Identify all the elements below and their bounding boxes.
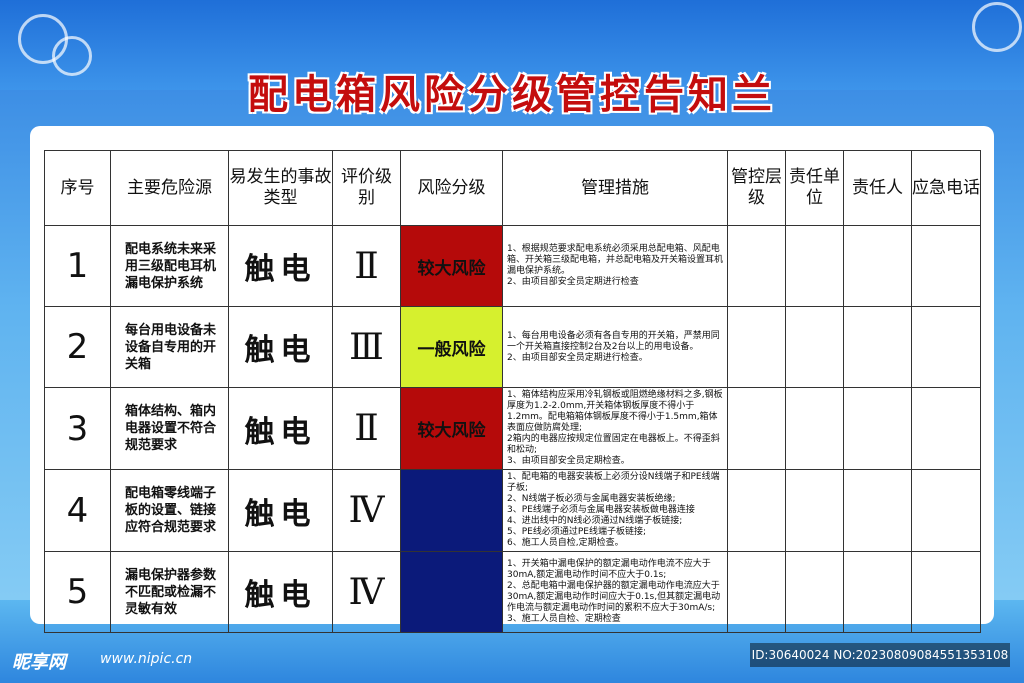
header-level: 评价级别 bbox=[332, 150, 401, 226]
level-cell: Ⅳ bbox=[332, 469, 401, 552]
phone-cell bbox=[911, 306, 981, 388]
phone-cell bbox=[911, 387, 981, 470]
level-cell: Ⅱ bbox=[332, 387, 401, 470]
table-row: 1 配电系统未来采用三级配电耳机漏电保护系统 触电 Ⅱ 较大风险 1、根据规范要求配电系统… bbox=[44, 225, 981, 307]
row-number: 4 bbox=[44, 469, 111, 552]
watermark-logo: 昵享网 bbox=[12, 652, 66, 673]
row-number: 2 bbox=[44, 306, 111, 388]
unit-cell bbox=[785, 551, 844, 633]
header-hazard: 主要危险源 bbox=[110, 150, 229, 226]
control-level-cell bbox=[727, 225, 786, 307]
person-cell bbox=[843, 225, 912, 307]
table-row: 5 漏电保护器参数不匹配或检漏不灵敏有效 触电 Ⅳ 1、开关箱中漏电保护的额定漏电动作电… bbox=[44, 551, 981, 633]
table-row: 4 配电箱零线端子板的设置、链接应符合规范要求 触电 Ⅳ 1、配电箱的电器安装板上必须分… bbox=[44, 469, 981, 552]
unit-cell bbox=[785, 225, 844, 307]
header-no: 序号 bbox=[44, 150, 111, 226]
control-level-cell bbox=[727, 387, 786, 470]
hazard-cell: 漏电保护器参数不匹配或检漏不灵敏有效 bbox=[110, 551, 229, 633]
measures-cell: 1、箱体结构应采用冷轧钢板或阻燃绝缘材料之多,钢板厚度为1.2-2.0mm,开关… bbox=[502, 387, 728, 470]
hazard-cell: 配电箱零线端子板的设置、链接应符合规范要求 bbox=[110, 469, 229, 552]
measures-cell: 1、配电箱的电器安装板上必须分设N线端子和PE线端子板; 2、N线端子板必须与金… bbox=[502, 469, 728, 552]
table-header-row: 序号 主要危险源 易发生的事故类型 评价级别 风险分级 管理措施 管控层级 责任… bbox=[44, 150, 981, 226]
decorative-ring-icon bbox=[972, 2, 1022, 52]
accident-cell: 触电 bbox=[228, 387, 333, 470]
risk-cell: 较大风险 bbox=[400, 387, 503, 470]
measures-cell: 1、根据规范要求配电系统必须采用总配电箱、风配电箱、开关箱三级配电箱，并总配电箱… bbox=[502, 225, 728, 307]
accident-cell: 触电 bbox=[228, 551, 333, 633]
phone-cell bbox=[911, 225, 981, 307]
level-cell: Ⅳ bbox=[332, 551, 401, 633]
watermark-url: www.nipic.cn bbox=[100, 651, 193, 667]
row-number: 1 bbox=[44, 225, 111, 307]
person-cell bbox=[843, 306, 912, 388]
hazard-cell: 每台用电设备未设备自专用的开关箱 bbox=[110, 306, 229, 388]
risk-cell: 一般风险 bbox=[400, 306, 503, 388]
header-phone: 应急电话 bbox=[911, 150, 981, 226]
risk-cell bbox=[400, 469, 503, 552]
control-level-cell bbox=[727, 551, 786, 633]
header-person: 责任人 bbox=[843, 150, 912, 226]
person-cell bbox=[843, 469, 912, 552]
table-row: 3 箱体结构、箱内电器设置不符合规范要求 触电 Ⅱ 较大风险 1、箱体结构应采用冷轧钢板或… bbox=[44, 387, 981, 470]
hazard-cell: 配电系统未来采用三级配电耳机漏电保护系统 bbox=[110, 225, 229, 307]
person-cell bbox=[843, 387, 912, 470]
risk-cell: 较大风险 bbox=[400, 225, 503, 307]
row-number: 5 bbox=[44, 551, 111, 633]
control-level-cell bbox=[727, 469, 786, 552]
header-unit: 责任单位 bbox=[785, 150, 844, 226]
hazard-cell: 箱体结构、箱内电器设置不符合规范要求 bbox=[110, 387, 229, 470]
phone-cell bbox=[911, 469, 981, 552]
header-accident: 易发生的事故类型 bbox=[228, 150, 333, 226]
header-control-level: 管控层级 bbox=[727, 150, 786, 226]
page-title: 配电箱风险分级管控告知兰 bbox=[248, 72, 776, 118]
accident-cell: 触电 bbox=[228, 469, 333, 552]
accident-cell: 触电 bbox=[228, 225, 333, 307]
unit-cell bbox=[785, 469, 844, 552]
unit-cell bbox=[785, 306, 844, 388]
table-row: 2 每台用电设备未设备自专用的开关箱 触电 Ⅲ 一般风险 1、每台用电设备必须有各自专用的… bbox=[44, 306, 981, 388]
row-number: 3 bbox=[44, 387, 111, 470]
person-cell bbox=[843, 551, 912, 633]
risk-table: 序号 主要危险源 易发生的事故类型 评价级别 风险分级 管理措施 管控层级 责任… bbox=[44, 150, 981, 633]
level-cell: Ⅱ bbox=[332, 225, 401, 307]
measures-cell: 1、每台用电设备必须有各自专用的开关箱，严禁用同一个开关箱直接控制2台及2台以上… bbox=[502, 306, 728, 388]
image-id-label: ID:30640024 NO:20230809084551353108 bbox=[750, 643, 1010, 667]
measures-cell: 1、开关箱中漏电保护的额定漏电动作电流不应大于30mA,额定漏电动作时间不应大于… bbox=[502, 551, 728, 633]
level-cell: Ⅲ bbox=[332, 306, 401, 388]
accident-cell: 触电 bbox=[228, 306, 333, 388]
risk-cell bbox=[400, 551, 503, 633]
phone-cell bbox=[911, 551, 981, 633]
header-risk: 风险分级 bbox=[400, 150, 503, 226]
control-level-cell bbox=[727, 306, 786, 388]
header-measures: 管理措施 bbox=[502, 150, 728, 226]
unit-cell bbox=[785, 387, 844, 470]
